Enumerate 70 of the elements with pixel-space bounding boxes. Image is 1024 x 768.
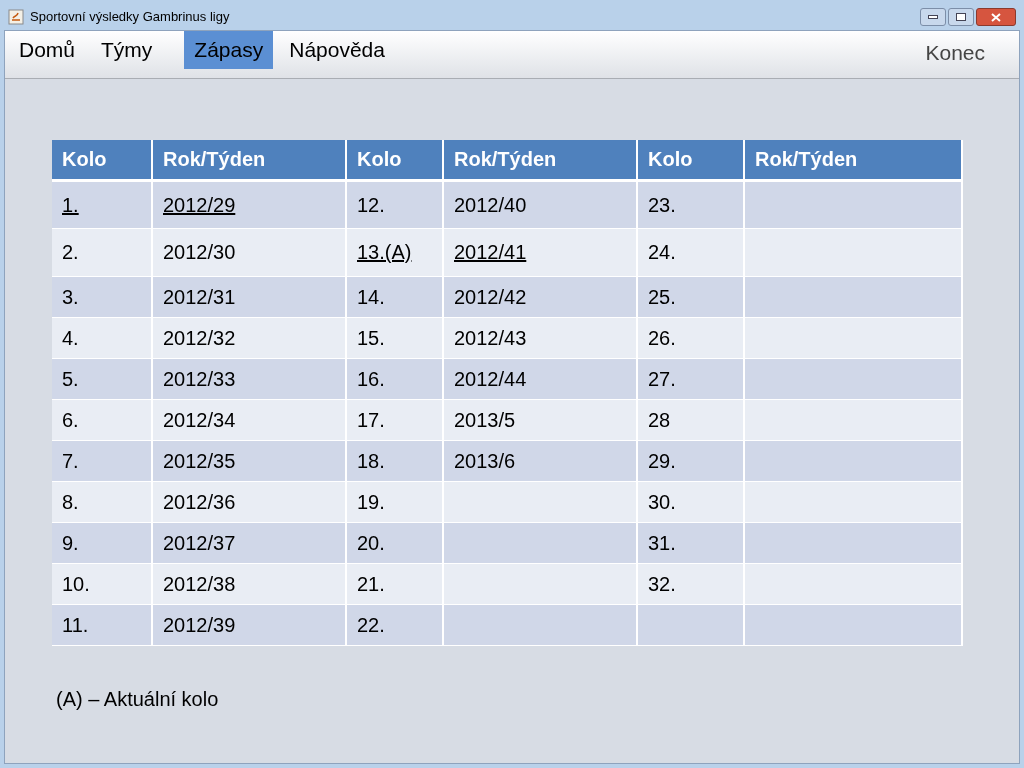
column-header: Rok/Týden	[443, 140, 637, 180]
table-cell: 27.	[648, 367, 676, 390]
table-cell: 9.	[62, 531, 79, 554]
table-link[interactable]: 2012/29	[163, 193, 236, 216]
table-cell: 2013/6	[454, 449, 516, 472]
legend-text: (A) – Aktuální kolo	[56, 686, 219, 712]
table-cell: 2012/33	[163, 367, 236, 390]
table-cell: 2012/36	[163, 490, 236, 513]
column-header: Kolo	[637, 140, 744, 180]
table-cell: 2012/44	[454, 367, 527, 390]
table-cell: 3.	[62, 285, 79, 308]
table-cell: 20.	[357, 531, 385, 554]
table-cell: 2012/37	[163, 531, 236, 554]
table-cell: 32.	[648, 572, 676, 595]
table-link[interactable]: 2012/41	[454, 241, 527, 263]
table-link[interactable]: 1.	[62, 193, 79, 216]
table-cell: 2012/31	[163, 285, 236, 308]
table-cell: 6.	[62, 408, 79, 431]
table-cell: 18.	[357, 449, 385, 472]
table-cell: 2012/38	[163, 572, 236, 595]
maximize-button[interactable]	[948, 8, 974, 26]
table-cell: 22.	[357, 613, 385, 636]
table-cell: 25.	[648, 285, 676, 308]
table-cell: 17.	[357, 408, 385, 431]
column-header: Kolo	[346, 140, 443, 180]
app-icon	[8, 9, 24, 25]
table-cell: 19.	[357, 490, 385, 513]
column-header: Rok/Týden	[744, 140, 962, 180]
table-cell: 8.	[62, 490, 79, 513]
table-cell: 7.	[62, 449, 79, 472]
table-cell: 2012/32	[163, 326, 236, 349]
table-cell: 16.	[357, 367, 385, 390]
window-title: Sportovní výsledky Gambrinus ligy	[30, 8, 230, 27]
table-cell: 2012/34	[163, 408, 236, 431]
close-icon	[991, 12, 1001, 22]
table-cell: 2012/30	[163, 241, 236, 263]
column-header: Rok/Týden	[152, 140, 346, 180]
table-link[interactable]: 13.(A)	[357, 241, 412, 263]
table-cell: 28	[648, 408, 671, 431]
menu-item[interactable]: Zápasy	[184, 31, 274, 69]
table-cell: 2013/5	[454, 408, 516, 431]
table-cell: 30.	[648, 490, 676, 513]
table-cell: 2012/42	[454, 285, 527, 308]
table-cell: 2012/39	[163, 613, 236, 636]
menu-item[interactable]: Týmy	[91, 31, 163, 69]
table-cell: 11.	[62, 613, 89, 636]
table-cell: 23.	[648, 193, 676, 216]
table-cell: 4.	[62, 326, 79, 349]
table-cell: 10.	[62, 572, 90, 595]
table-cell: 24.	[648, 241, 676, 263]
close-button[interactable]	[976, 8, 1016, 26]
minimize-icon	[928, 15, 938, 19]
menu-item[interactable]: Domů	[9, 31, 86, 69]
minimize-button[interactable]	[920, 8, 946, 26]
menu-item[interactable]: Nápověda	[279, 31, 395, 69]
table-cell: 15.	[357, 326, 385, 349]
table-cell: 2.	[62, 241, 79, 263]
maximize-icon	[956, 13, 966, 21]
table-cell: 2012/43	[454, 326, 527, 349]
exit-button[interactable]: Konec	[925, 31, 985, 69]
table-cell: 5.	[62, 367, 79, 390]
table-cell: 31.	[648, 531, 676, 554]
table-cell: 26.	[648, 326, 676, 349]
table-cell: 14.	[357, 285, 385, 308]
table-cell: 29.	[648, 449, 676, 472]
table-cell: 2012/40	[454, 193, 527, 216]
table-cell: 12.	[357, 193, 385, 216]
table-cell: 21.	[357, 572, 385, 595]
column-header: Kolo	[52, 140, 152, 180]
table-cell: 2012/35	[163, 449, 236, 472]
